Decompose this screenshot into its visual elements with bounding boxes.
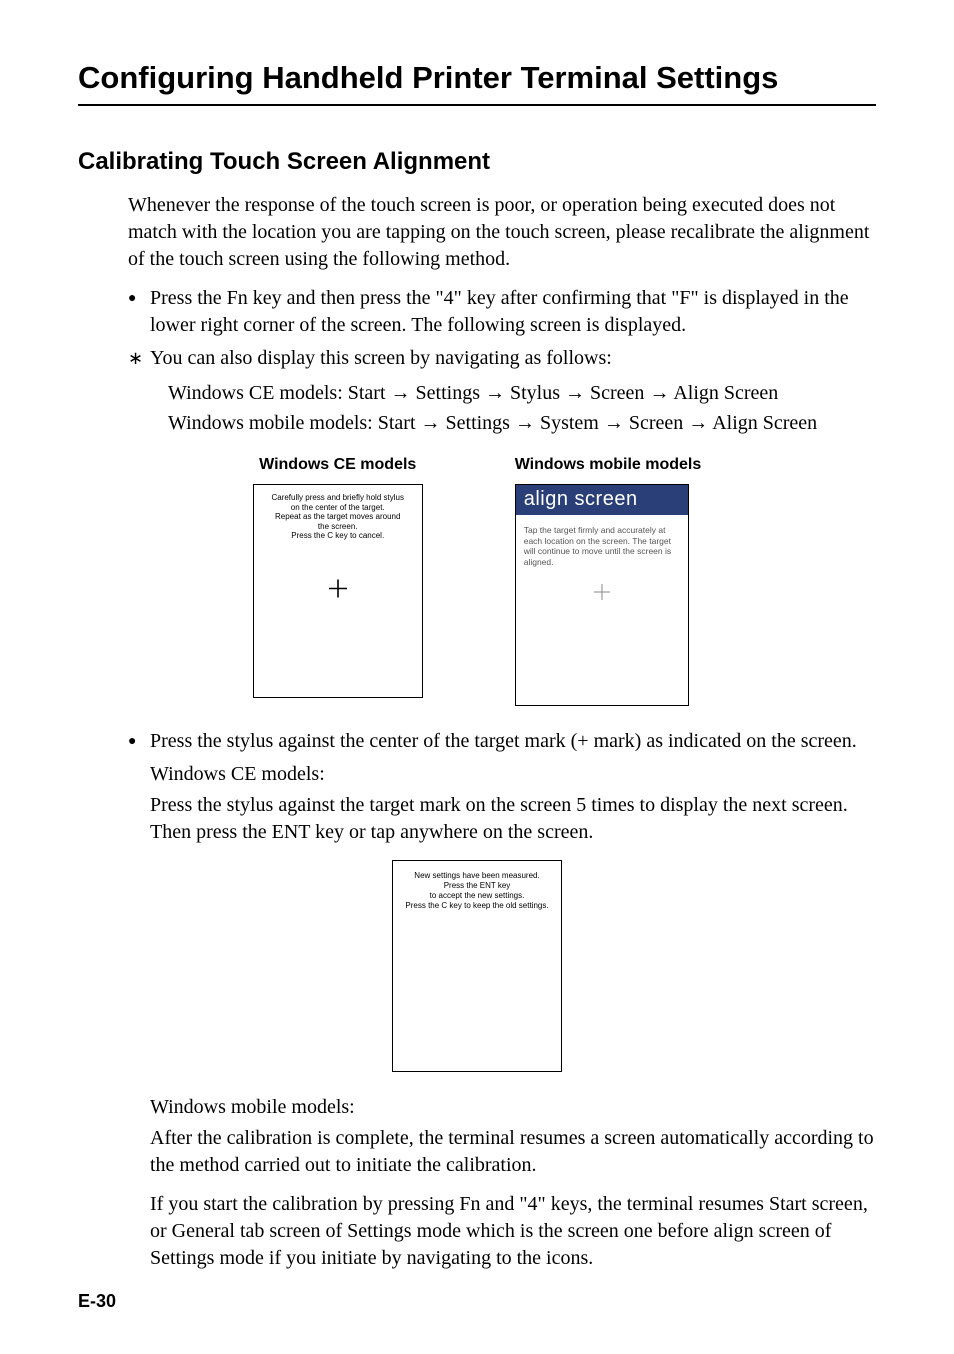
ce-result-screen: New settings have been measured. Press t… xyxy=(392,860,562,1072)
bullet-text: Press the Fn key and then press the "4" … xyxy=(150,285,876,339)
nav-text: Screen xyxy=(624,412,688,434)
asterisk-icon: ∗ xyxy=(128,345,150,372)
screen-text: Press the ENT key xyxy=(397,881,557,891)
nav-text: Windows CE models: Start xyxy=(168,382,391,404)
nav-text: Settings xyxy=(411,382,485,404)
figure-mobile-label: Windows mobile models xyxy=(515,456,702,474)
bullet-text: Press the stylus against the center of t… xyxy=(150,728,857,755)
ce-align-screen: Carefully press and briefly hold stylus … xyxy=(253,484,423,698)
intro-paragraph: Whenever the response of the touch scree… xyxy=(128,192,876,273)
chapter-title: Configuring Handheld Printer Terminal Se… xyxy=(78,60,876,106)
nav-text: System xyxy=(535,412,604,434)
screen-text: Carefully press and briefly hold stylus xyxy=(258,493,418,503)
figures-row: Windows CE models Carefully press and br… xyxy=(78,456,876,706)
screen-text: New settings have been measured. xyxy=(397,871,557,881)
section-title: Calibrating Touch Screen Alignment xyxy=(78,148,876,176)
mobile-models-label: Windows mobile models: xyxy=(150,1094,876,1121)
bullet-dot-icon: ● xyxy=(128,728,150,755)
arrow-right-icon: → xyxy=(485,382,505,404)
calibration-target-icon xyxy=(516,584,688,605)
nav-path-ce: Windows CE models: Start → Settings → St… xyxy=(168,378,876,408)
mobile-models-text-1: After the calibration is complete, the t… xyxy=(150,1125,876,1179)
ce-models-label: Windows CE models: xyxy=(150,761,876,788)
mobile-titlebar: align screen xyxy=(516,485,688,515)
arrow-right-icon: → xyxy=(391,382,411,404)
screen-text: Press the C key to cancel. xyxy=(258,531,418,541)
screen-text: Press the C key to keep the old settings… xyxy=(397,901,557,911)
mobile-models-text-2: If you start the calibration by pressing… xyxy=(150,1191,876,1272)
nav-text: Settings xyxy=(441,412,515,434)
nav-text: Align Screen xyxy=(708,412,817,434)
bullet-dot-icon: ● xyxy=(128,285,150,339)
bullet-step-2: ● Press the stylus against the center of… xyxy=(128,728,876,755)
arrow-right-icon: → xyxy=(421,412,441,434)
figure-mobile: Windows mobile models align screen Tap t… xyxy=(515,456,702,706)
nav-text: Align Screen xyxy=(669,382,778,404)
ce-models-text: Press the stylus against the target mark… xyxy=(150,792,876,846)
arrow-right-icon: → xyxy=(604,412,624,434)
screen-text: the screen. xyxy=(258,522,418,532)
mobile-instructions: Tap the target firmly and accurately at … xyxy=(516,515,688,578)
screen-text: Repeat as the target moves around xyxy=(258,512,418,522)
nav-text: Stylus xyxy=(505,382,565,404)
bullet-step-1: ● Press the Fn key and then press the "4… xyxy=(128,285,876,339)
star-note: ∗ You can also display this screen by na… xyxy=(128,345,876,372)
nav-text: Windows mobile models: Start xyxy=(168,412,421,434)
nav-text: Screen xyxy=(585,382,649,404)
page-number: E-30 xyxy=(78,1291,116,1312)
mobile-align-screen: align screen Tap the target firmly and a… xyxy=(515,484,689,706)
arrow-right-icon: → xyxy=(565,382,585,404)
figure-ce-label: Windows CE models xyxy=(253,456,423,474)
arrow-right-icon: → xyxy=(515,412,535,434)
screen-text: to accept the new settings. xyxy=(397,891,557,901)
nav-path-mobile: Windows mobile models: Start → Settings … xyxy=(168,408,876,438)
arrow-right-icon: → xyxy=(649,382,669,404)
figure-ce: Windows CE models Carefully press and br… xyxy=(253,456,423,706)
star-text: You can also display this screen by navi… xyxy=(150,345,612,372)
screen-text: on the center of the target. xyxy=(258,503,418,513)
calibration-target-icon xyxy=(329,580,347,603)
arrow-right-icon: → xyxy=(688,412,708,434)
